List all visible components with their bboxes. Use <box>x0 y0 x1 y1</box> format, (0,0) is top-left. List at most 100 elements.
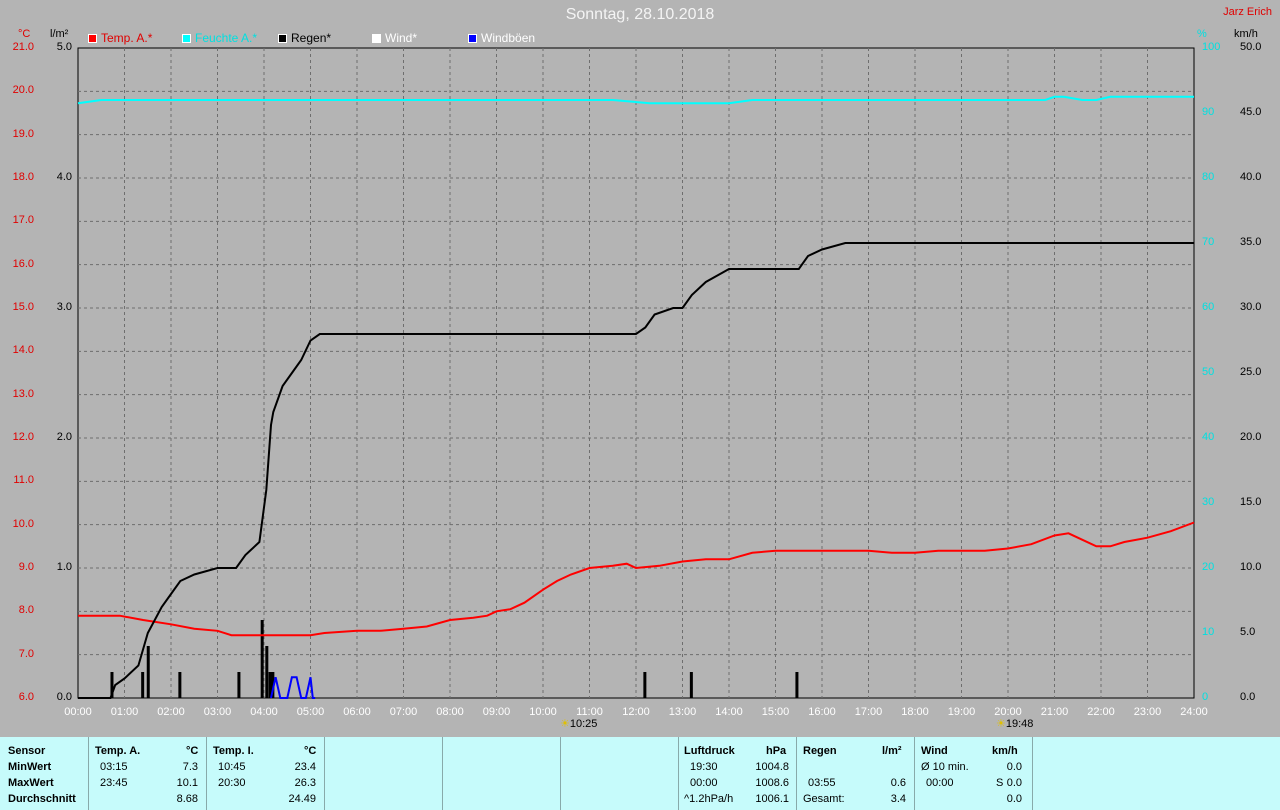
legend-item-temp[interactable]: Temp. A.* <box>88 31 152 45</box>
x-tick-label: 17:00 <box>854 706 883 718</box>
legend-label: Wind* <box>385 31 418 45</box>
x-tick-label: 03:00 <box>203 706 232 718</box>
temp-tick-label: 15.0 <box>12 301 34 313</box>
x-tick-label: 05:00 <box>296 706 325 718</box>
max-temp-a-value: 10.1 <box>176 777 198 789</box>
max-pressure-time: 00:00 <box>690 777 718 789</box>
min-pressure-value: 1004.8 <box>755 761 789 773</box>
wind-tick-label: 15.0 <box>1240 496 1262 508</box>
x-tick-label: 18:00 <box>901 706 929 718</box>
temp-tick-label: 7.0 <box>18 647 34 660</box>
temp-tick-label: 18.0 <box>12 171 34 183</box>
x-tick-label: 22:00 <box>1087 706 1115 718</box>
max-pressure-value: 1008.6 <box>755 777 789 789</box>
rain-tick-label: 4.0 <box>56 171 72 183</box>
max-rain-time: 03:55 <box>808 777 836 789</box>
humidity-tick-label: 10 <box>1202 626 1215 638</box>
rain-rate-bar <box>178 672 182 698</box>
legend-item-gusts[interactable]: Windböen <box>468 31 535 45</box>
wind-tick-label: 30.0 <box>1240 301 1262 313</box>
min-pressure-time: 19:30 <box>690 761 718 773</box>
x-tick-label: 07:00 <box>389 706 418 718</box>
avg-wind-value: 0.0 <box>1006 793 1022 805</box>
min-wind-label: Ø 10 min. <box>921 761 969 773</box>
rain-rate-bar <box>795 672 799 698</box>
rain-total-value: 3.4 <box>890 793 906 805</box>
legend-label: Feuchte A.* <box>195 31 258 45</box>
pressure-trend: ^1.2hPa/h <box>684 793 734 805</box>
temp-tick-label: 8.0 <box>18 604 34 617</box>
humidity-tick-label: 20 <box>1202 561 1215 573</box>
max-temp-i-time: 20:30 <box>218 777 246 789</box>
temp-tick-label: 20.0 <box>12 84 34 97</box>
avg-pressure-value: 1006.1 <box>755 793 789 805</box>
rain-rate-bar <box>141 672 145 698</box>
stats-header-temp-i-unit: °C <box>304 745 317 757</box>
humidity-unit: % <box>1197 28 1207 40</box>
x-tick-label: 01:00 <box>110 706 139 718</box>
rain-tick-label: 1.0 <box>56 561 72 573</box>
max-wind-time: 00:00 <box>926 777 954 789</box>
stats-header-temp-a-unit: °C <box>186 745 199 757</box>
legend-label: Windböen <box>481 31 536 45</box>
min-temp-a-time: 03:15 <box>100 761 128 773</box>
rain-rate-bar <box>260 620 264 698</box>
stats-header-pressure: Luftdruck <box>684 745 735 757</box>
x-tick-label: 04:00 <box>250 706 278 718</box>
temp-tick-label: 21.0 <box>12 41 34 53</box>
legend-label: Regen* <box>291 31 332 45</box>
rain-rate-bar <box>237 672 241 698</box>
rain-total-label: Gesamt: <box>803 793 845 805</box>
temp-tick-label: 17.0 <box>12 214 34 227</box>
humidity-tick-label: 80 <box>1202 171 1215 183</box>
rain-tick-label: 3.0 <box>56 301 72 313</box>
avg-temp-i-value: 24.49 <box>288 793 316 805</box>
wind-tick-label: 0.0 <box>1240 691 1256 703</box>
humidity-tick-label: 30 <box>1202 496 1215 508</box>
wind-tick-label: 40.0 <box>1240 171 1262 183</box>
avg-temp-a-value: 8.68 <box>176 793 198 805</box>
wind-tick-label: 20.0 <box>1240 431 1262 443</box>
x-tick-label: 15:00 <box>761 706 790 718</box>
humidity-tick-label: 70 <box>1202 236 1215 248</box>
sunrise-marker: ☀10:25 <box>560 718 598 730</box>
min-wind-value: 0.0 <box>1006 761 1022 773</box>
stats-header-wind: Wind <box>921 745 948 757</box>
stats-panel: Sensor Temp. A. °C Temp. I. °C Luftdruck… <box>0 737 1280 810</box>
rain-tick-label: 5.0 <box>56 41 72 53</box>
legend-item-wind[interactable]: Wind* <box>372 31 417 45</box>
rain-tick-label: 0.0 <box>56 691 72 703</box>
rain-unit: l/m² <box>50 28 69 40</box>
stats-header-rain-unit: l/m² <box>882 745 902 757</box>
min-temp-a-value: 7.3 <box>182 761 198 773</box>
temp-tick-label: 12.0 <box>12 431 34 443</box>
max-wind-value: 0.0 <box>1006 777 1022 789</box>
chart-title: Sonntag, 28.10.2018 <box>565 6 715 23</box>
wind-tick-label: 50.0 <box>1240 41 1262 53</box>
stats-header-sensor: Sensor <box>8 745 46 757</box>
stats-header-pressure-unit: hPa <box>766 745 787 757</box>
legend-item-rain[interactable]: Regen* <box>278 31 331 45</box>
stats-header-temp-i: Temp. I. <box>213 745 254 757</box>
legend-item-humidity[interactable]: Feuchte A.* <box>182 31 257 45</box>
stats-header-rain: Regen <box>803 745 837 757</box>
row-label-min: MinWert <box>8 761 52 773</box>
temp-tick-label: 6.0 <box>18 691 34 703</box>
weather-chart <box>77 47 1195 699</box>
max-temp-i-value: 26.3 <box>294 777 316 789</box>
humidity-tick-label: 50 <box>1202 366 1215 378</box>
stats-header-temp-a: Temp. A. <box>95 745 141 757</box>
min-temp-i-value: 23.4 <box>294 761 316 773</box>
temp-tick-label: 14.0 <box>12 344 34 357</box>
rain-rate-bar <box>643 672 647 698</box>
x-tick-label: 19:00 <box>947 706 976 718</box>
humidity-tick-label: 100 <box>1202 41 1221 53</box>
humidity-tick-label: 0 <box>1202 691 1209 703</box>
temp-tick-label: 11.0 <box>13 474 34 487</box>
x-tick-label: 24:00 <box>1180 706 1208 718</box>
x-tick-label: 10:00 <box>529 706 557 718</box>
row-label-max: MaxWert <box>8 777 54 789</box>
wind-tick-label: 10.0 <box>1240 561 1262 573</box>
x-tick-label: 06:00 <box>343 706 371 718</box>
x-tick-label: 00:00 <box>64 706 92 718</box>
